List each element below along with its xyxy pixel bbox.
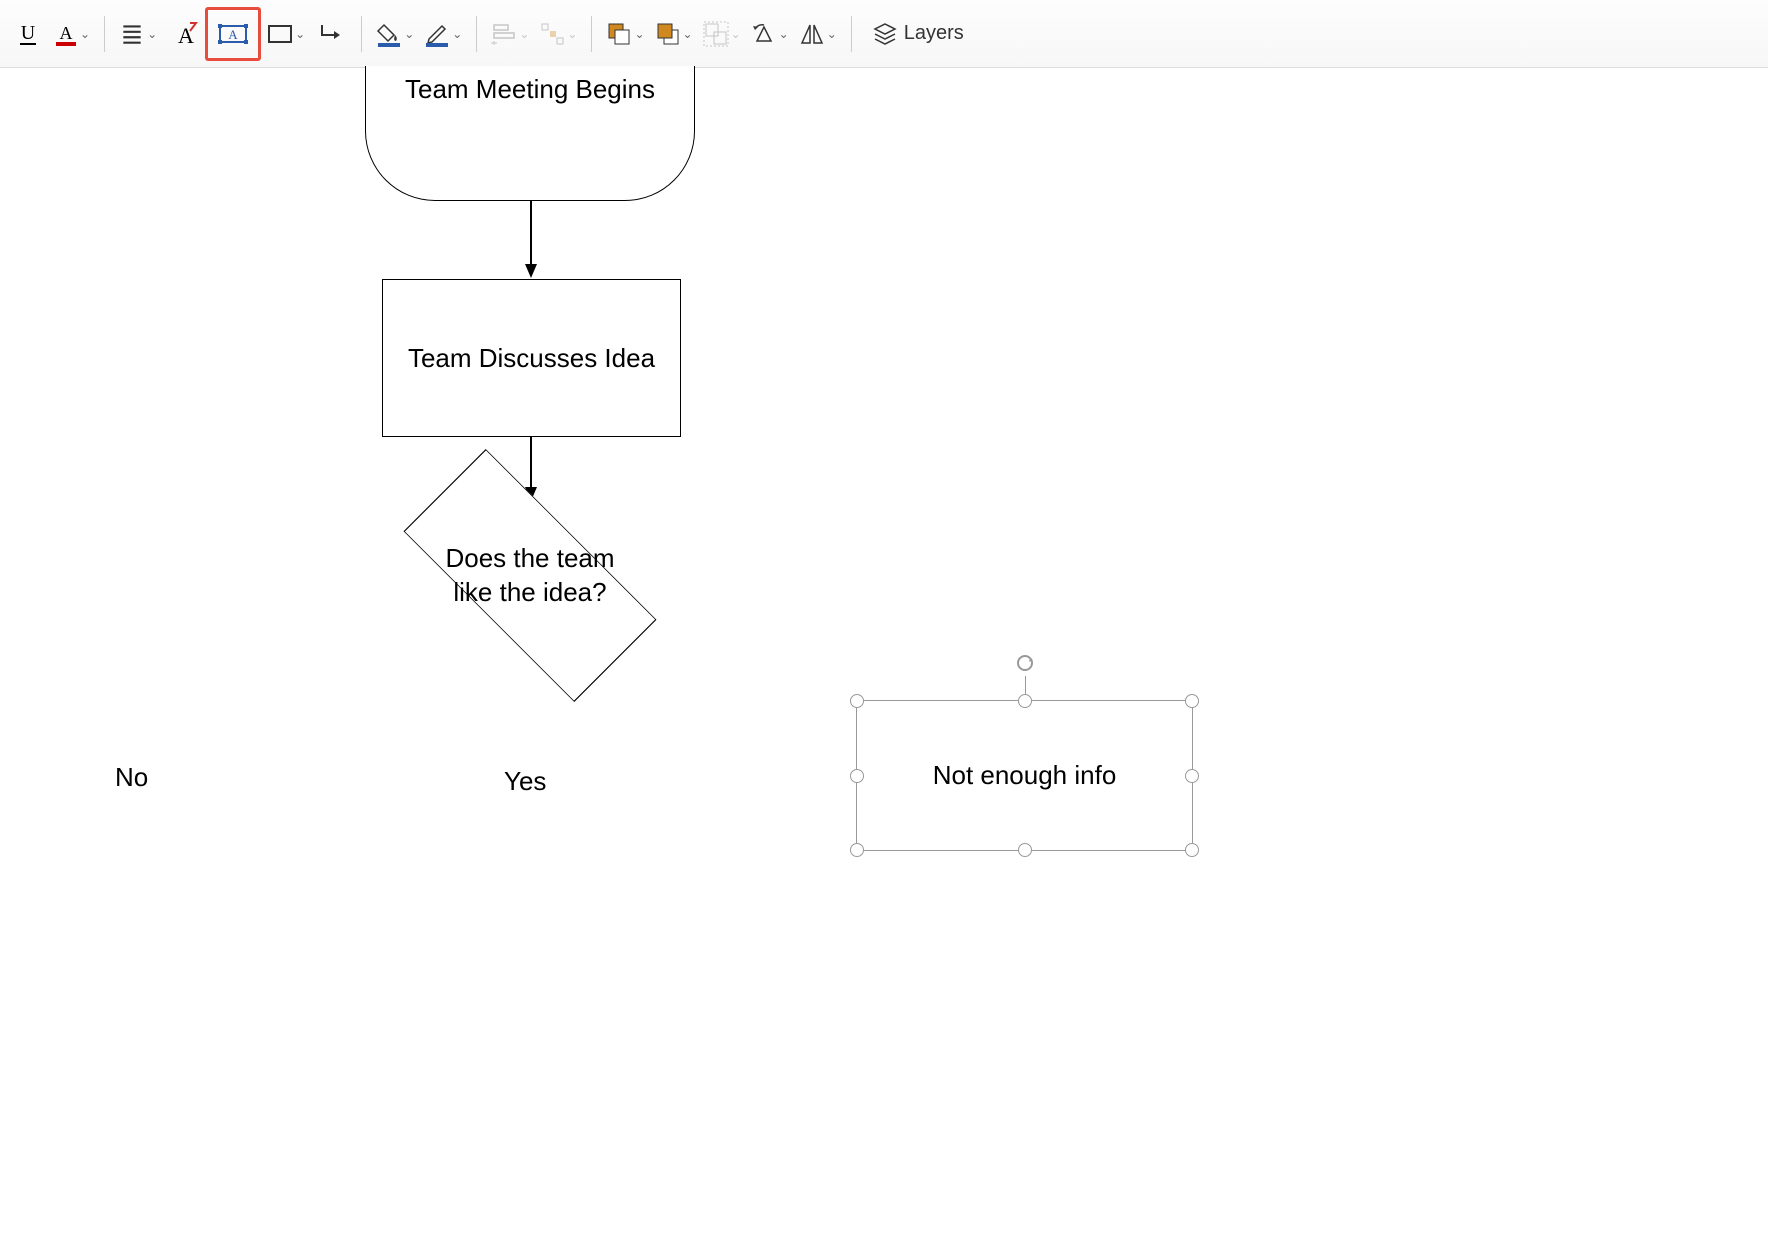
line-spacing-icon — [119, 21, 145, 47]
layers-label: Layers — [904, 22, 964, 45]
label-no[interactable]: No — [115, 762, 148, 793]
send-back-icon — [655, 21, 681, 47]
chevron-down-icon: ⌄ — [452, 27, 462, 41]
align-icon — [491, 21, 517, 47]
group-icon — [703, 21, 729, 47]
connector-arrow[interactable] — [530, 437, 532, 489]
arrow-head-icon — [525, 264, 537, 278]
align-objects-button[interactable]: ⌄ — [487, 14, 533, 54]
resize-handle-ne[interactable] — [1185, 694, 1199, 708]
chevron-down-icon: ⌄ — [683, 27, 693, 41]
formatting-toolbar: U A ⌄ ⌄ A A ⌄ ⌄ ⌄ ⌄ — [0, 0, 1768, 68]
connector-button[interactable] — [311, 14, 351, 54]
distribute-button[interactable]: ⌄ — [535, 14, 581, 54]
underline-icon: U — [16, 22, 40, 46]
resize-handle-se[interactable] — [1185, 843, 1199, 857]
chevron-down-icon: ⌄ — [634, 27, 644, 41]
chevron-down-icon: ⌄ — [80, 27, 90, 41]
terminator-shape[interactable]: Team Meeting Begins — [365, 66, 695, 201]
text-box-icon: A — [217, 21, 249, 47]
decision-shape[interactable]: Does the team like the idea? — [425, 498, 635, 653]
group-button[interactable]: ⌄ — [699, 14, 745, 54]
resize-handle-n[interactable] — [1018, 694, 1032, 708]
chevron-down-icon: ⌄ — [147, 27, 157, 41]
label-yes[interactable]: Yes — [504, 766, 546, 797]
distribute-icon — [539, 21, 565, 47]
chevron-down-icon: ⌄ — [295, 27, 305, 41]
drawing-canvas[interactable]: Team Meeting Begins Team Discusses Idea … — [0, 68, 1768, 1233]
rotate-button[interactable]: ⌄ — [747, 14, 793, 54]
resize-handle-w[interactable] — [850, 769, 864, 783]
svg-text:A: A — [178, 23, 194, 47]
chevron-down-icon: ⌄ — [827, 27, 837, 41]
connector-icon — [318, 21, 344, 47]
decision-text: Does the team like the idea? — [430, 542, 630, 610]
fill-bucket-icon — [376, 21, 402, 47]
superscript-button[interactable]: A — [163, 14, 203, 54]
fill-color-button[interactable]: ⌄ — [372, 14, 418, 54]
resize-handle-nw[interactable] — [850, 694, 864, 708]
underline-button[interactable]: U — [8, 14, 48, 54]
svg-text:U: U — [21, 22, 36, 44]
layers-button[interactable]: Layers — [862, 14, 974, 54]
bring-front-icon — [606, 21, 632, 47]
shape-outline-button[interactable]: ⌄ — [263, 14, 309, 54]
separator — [851, 16, 852, 52]
separator — [361, 16, 362, 52]
rectangle-icon — [267, 23, 293, 45]
svg-text:A: A — [60, 23, 73, 43]
chevron-down-icon: ⌄ — [519, 27, 529, 41]
process-shape[interactable]: Team Discusses Idea — [382, 279, 681, 437]
chevron-down-icon: ⌄ — [404, 27, 414, 41]
line-spacing-button[interactable]: ⌄ — [115, 14, 161, 54]
superscript-icon: A — [168, 21, 198, 47]
rotate-handle[interactable] — [1015, 653, 1035, 673]
line-color-button[interactable]: ⌄ — [420, 14, 466, 54]
flip-icon — [799, 21, 825, 47]
font-color-button[interactable]: A ⌄ — [50, 14, 94, 54]
chevron-down-icon: ⌄ — [779, 27, 789, 41]
separator — [591, 16, 592, 52]
separator — [476, 16, 477, 52]
chevron-down-icon: ⌄ — [567, 27, 577, 41]
chevron-down-icon: ⌄ — [731, 27, 741, 41]
selected-text-box[interactable]: Not enough info — [856, 700, 1193, 851]
connector-arrow[interactable] — [530, 201, 532, 266]
svg-text:A: A — [228, 27, 238, 42]
process-text: Team Discusses Idea — [408, 343, 655, 374]
resize-handle-sw[interactable] — [850, 843, 864, 857]
rotate-handle-icon — [1015, 653, 1035, 673]
bring-to-front-button[interactable]: ⌄ — [602, 14, 648, 54]
send-to-back-button[interactable]: ⌄ — [651, 14, 697, 54]
text-box-button[interactable]: A — [205, 7, 261, 61]
resize-handle-e[interactable] — [1185, 769, 1199, 783]
selected-text: Not enough info — [933, 760, 1117, 791]
font-color-icon: A — [54, 22, 78, 46]
terminator-text: Team Meeting Begins — [405, 74, 655, 105]
resize-handle-s[interactable] — [1018, 843, 1032, 857]
layers-icon — [872, 21, 898, 47]
rotate-icon — [751, 21, 777, 47]
pen-icon — [424, 21, 450, 47]
flip-button[interactable]: ⌄ — [795, 14, 841, 54]
separator — [104, 16, 105, 52]
